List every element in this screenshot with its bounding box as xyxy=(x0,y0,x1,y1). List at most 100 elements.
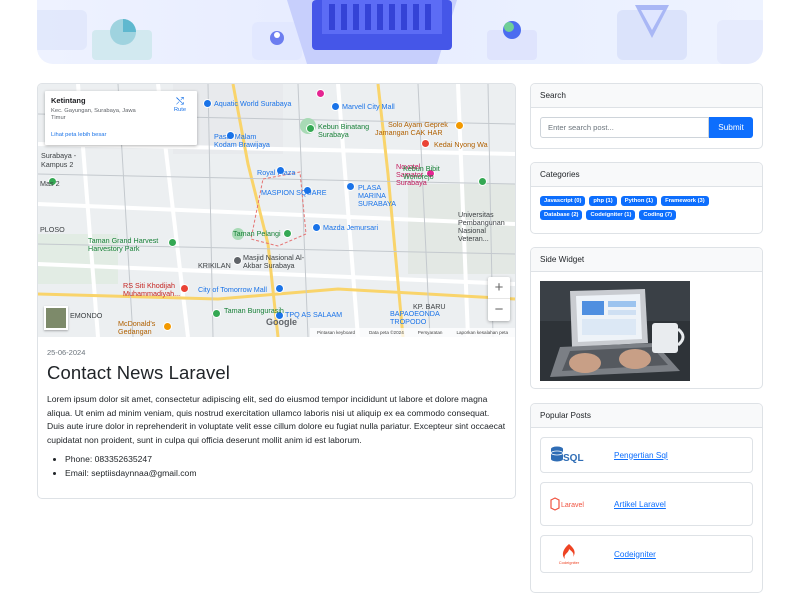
map-pin-icon[interactable] xyxy=(316,89,325,98)
side-widget-header: Side Widget xyxy=(531,248,762,272)
map-label: Universitas Pembangunan Nasional Veteran… xyxy=(458,210,505,243)
search-submit-button[interactable]: Submit xyxy=(709,117,753,138)
map-pin-icon[interactable] xyxy=(233,256,242,265)
contact-list: Phone: 083352635247 Email: septiisdaynna… xyxy=(47,453,507,480)
contact-phone: Phone: 083352635247 xyxy=(65,453,507,467)
laptop-photo xyxy=(540,281,690,381)
map-label: Mazda Jemursari xyxy=(323,223,379,232)
map-pin-icon[interactable] xyxy=(306,124,315,133)
zoom-out-button[interactable]: − xyxy=(488,299,510,321)
contact-email: Email: septiisdaynnaa@gmail.com xyxy=(65,467,507,481)
map-pin-icon[interactable] xyxy=(455,121,464,130)
map-label: RS Siti Khodijah Muhammadiyah... xyxy=(123,281,181,298)
map-pin-icon[interactable] xyxy=(275,284,284,293)
popular-post-link[interactable]: Codeigniter xyxy=(614,550,656,559)
post-card: Aquatic World Surabaya Marvell City Mall… xyxy=(37,83,516,499)
post-paragraph: Lorem ipsum dolor sit amet, consectetur … xyxy=(47,394,506,445)
map-info-card: Ketintang Kec. Gayungan, Surabaya, Jawa … xyxy=(45,91,197,145)
map-place-title: Ketintang xyxy=(51,96,86,105)
map-label: Wonorejo xyxy=(403,172,434,181)
map-label: Kedai Nyong Wa xyxy=(434,140,488,149)
map-place-address: Kec. Gayungan, Surabaya, Jawa Timur xyxy=(51,108,136,121)
zoom-in-button[interactable]: + xyxy=(488,277,510,299)
map-pin-icon[interactable] xyxy=(212,309,221,318)
popular-posts-header: Popular Posts xyxy=(531,404,762,428)
search-widget: Search Submit xyxy=(530,83,763,149)
map-label: Taman Bungurasih xyxy=(224,306,284,315)
category-badge-python[interactable]: Python (1) xyxy=(620,196,658,206)
laptop-illustration xyxy=(540,281,690,381)
popular-post-item[interactable]: Laravel Artikel Laravel xyxy=(540,482,753,526)
map-pin-icon[interactable] xyxy=(331,102,340,111)
search-widget-header: Search xyxy=(531,84,762,108)
map-label: McDonald's Gedangan xyxy=(118,319,156,336)
svg-text:SQL: SQL xyxy=(563,453,584,464)
map-pin-icon[interactable] xyxy=(346,182,355,191)
map-label: PLOSO xyxy=(40,225,65,234)
hero-illustration xyxy=(37,0,763,64)
popular-post-link[interactable]: Pengertian Sql xyxy=(614,451,668,460)
map-data-text: Data peta ©2024 xyxy=(368,330,404,335)
map-pin-icon[interactable] xyxy=(203,99,212,108)
google-logo: Google xyxy=(266,317,297,327)
view-larger-map-link[interactable]: Lihat peta lebih besar xyxy=(51,132,106,138)
map-label: KRIKILAN xyxy=(198,261,231,270)
category-badge-database[interactable]: Database (2) xyxy=(540,210,583,220)
map-pin-icon[interactable] xyxy=(283,229,292,238)
category-badge-codeigniter[interactable]: Codeigniter (1) xyxy=(586,210,636,220)
directions-icon: ⤭ xyxy=(176,96,184,107)
map-label: Taman Grand Harvest Harvestory Park xyxy=(88,236,159,253)
map-pin-icon[interactable] xyxy=(180,284,189,293)
directions-label: Rute xyxy=(173,107,187,113)
map-zoom-control: + − xyxy=(488,277,510,321)
map-pin-icon[interactable] xyxy=(312,223,321,232)
categories-widget-header: Categories xyxy=(531,163,762,187)
hero-banner xyxy=(37,0,763,64)
popular-post-link[interactable]: Artikel Laravel xyxy=(614,500,666,509)
satellite-layer-toggle[interactable] xyxy=(44,306,68,330)
map-pin-icon[interactable] xyxy=(421,139,430,148)
post-title: Contact News Laravel xyxy=(47,362,230,383)
map-label: Surabaya xyxy=(318,130,349,139)
map-label: Surabaya - Kampus 2 xyxy=(41,151,77,169)
laravel-logo-icon: Laravel xyxy=(549,492,589,516)
categories-widget: Categories Javascript (0) php (1) Python… xyxy=(530,162,763,234)
codeigniter-logo-icon: Codeigniter xyxy=(549,542,589,566)
svg-text:Laravel: Laravel xyxy=(561,502,584,509)
embedded-map[interactable]: Aquatic World Surabaya Marvell City Mall… xyxy=(38,84,515,337)
post-body: 25-06-2024 Contact News Laravel Lorem ip… xyxy=(47,348,507,480)
map-label: Aquatic World Surabaya xyxy=(214,99,292,108)
map-label: EMONDO xyxy=(70,311,103,320)
svg-text:Codeigniter: Codeigniter xyxy=(559,560,580,565)
terms-link[interactable]: Persyaratan xyxy=(418,330,443,335)
category-badge-javascript[interactable]: Javascript (0) xyxy=(540,196,586,206)
map-label: PLASA MARINA SURABAYA xyxy=(358,183,397,208)
category-badge-php[interactable]: php (1) xyxy=(589,196,617,206)
map-label: Masjid Nasional Al-Akbar Surabaya xyxy=(243,253,305,270)
sql-logo-icon: SQL xyxy=(549,443,589,467)
category-badge-coding[interactable]: Coding (7) xyxy=(639,210,677,220)
report-map-error-link[interactable]: Laporkan kesalahan peta xyxy=(456,330,508,335)
map-label: BAPAOEONDA TROPODO xyxy=(390,309,440,326)
keyboard-shortcuts-link[interactable]: Pintasan keyboard xyxy=(317,330,355,335)
post-date: 25-06-2024 xyxy=(47,348,86,357)
map-label: Mas 2 xyxy=(40,179,60,188)
map-pin-icon[interactable] xyxy=(168,238,177,247)
category-list: Javascript (0) php (1) Python (1) Framew… xyxy=(540,196,753,220)
map-label: Taman Pelangi xyxy=(233,229,281,238)
map-pin-icon[interactable] xyxy=(478,177,487,186)
directions-button[interactable]: ⤭ Rute xyxy=(172,96,188,114)
map-label: Kodam Brawijaya xyxy=(214,140,270,149)
popular-post-item[interactable]: SQL Pengertian Sql xyxy=(540,437,753,473)
side-widget: Side Widget xyxy=(530,247,763,389)
map-label: Royal Plaza xyxy=(257,168,296,177)
map-label: MASPION SQUARE xyxy=(261,188,327,197)
map-label: Jamangan CAK HAR xyxy=(375,128,443,137)
map-attribution-bar: Pintasan keyboard Data peta ©2024 Persya… xyxy=(310,328,515,337)
map-label: City of Tomorrow Mall xyxy=(198,285,267,294)
popular-posts-widget: Popular Posts SQL Pengertian Sql Laravel xyxy=(530,403,763,593)
search-form: Submit xyxy=(540,117,753,138)
popular-post-item[interactable]: Codeigniter Codeigniter xyxy=(540,535,753,573)
search-input[interactable] xyxy=(540,117,709,138)
category-badge-framework[interactable]: Framework (3) xyxy=(661,196,709,206)
